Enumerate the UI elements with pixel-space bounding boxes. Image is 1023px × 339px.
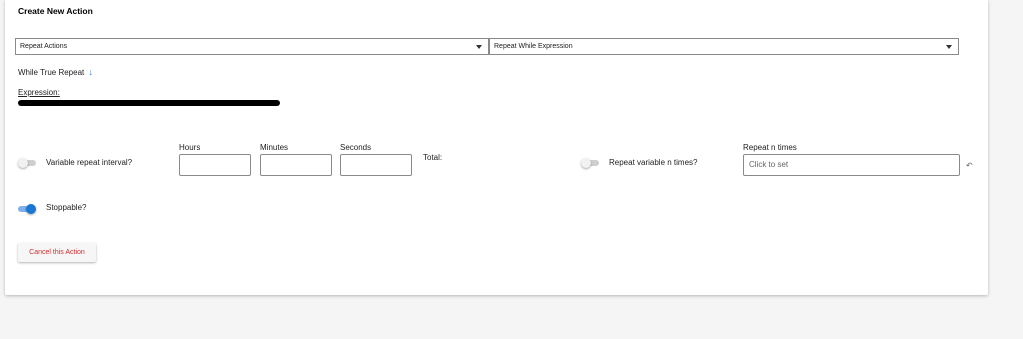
hours-label: Hours bbox=[179, 143, 201, 152]
repeat-n-times-label: Repeat n times bbox=[743, 143, 797, 152]
toggle-thumb bbox=[26, 204, 36, 214]
action-type-select[interactable]: Repeat Actions bbox=[15, 38, 489, 55]
repeat-type-value: Repeat While Expression bbox=[494, 43, 573, 50]
total-label: Total: bbox=[423, 153, 443, 162]
card-title: Create New Action bbox=[18, 6, 93, 16]
chevron-down-icon bbox=[946, 45, 952, 49]
toggle-thumb bbox=[581, 158, 591, 168]
cancel-action-button[interactable]: Cancel this Action bbox=[18, 243, 96, 262]
variable-interval-label: Variable repeat interval? bbox=[46, 158, 133, 167]
toggle-thumb bbox=[18, 158, 28, 168]
while-repeat-label: While True Repeat bbox=[18, 68, 85, 77]
repeat-type-select[interactable]: Repeat While Expression bbox=[489, 38, 959, 55]
repeat-variable-n-toggle[interactable] bbox=[581, 158, 599, 168]
arrow-down-icon[interactable]: ↓ bbox=[89, 67, 94, 77]
action-type-value: Repeat Actions bbox=[20, 43, 68, 50]
seconds-input[interactable] bbox=[340, 154, 412, 176]
minutes-input[interactable] bbox=[260, 154, 332, 176]
expression-label[interactable]: Expression: bbox=[18, 88, 60, 97]
repeat-n-times-input[interactable]: Click to set bbox=[743, 154, 960, 176]
create-action-card: Create New Action Repeat Actions Repeat … bbox=[5, 0, 988, 295]
while-repeat-heading: While True Repeat ↓ bbox=[18, 67, 93, 77]
stoppable-label: Stoppable? bbox=[46, 203, 87, 212]
undo-icon[interactable]: ↶ bbox=[966, 161, 973, 170]
seconds-label: Seconds bbox=[340, 143, 372, 152]
hours-input[interactable] bbox=[179, 154, 251, 176]
stoppable-toggle[interactable] bbox=[18, 204, 36, 214]
redacted-expression bbox=[18, 100, 280, 106]
chevron-down-icon bbox=[476, 45, 482, 49]
repeat-variable-n-label: Repeat variable n times? bbox=[609, 158, 698, 167]
variable-interval-toggle[interactable] bbox=[18, 158, 36, 168]
minutes-label: Minutes bbox=[260, 143, 289, 152]
